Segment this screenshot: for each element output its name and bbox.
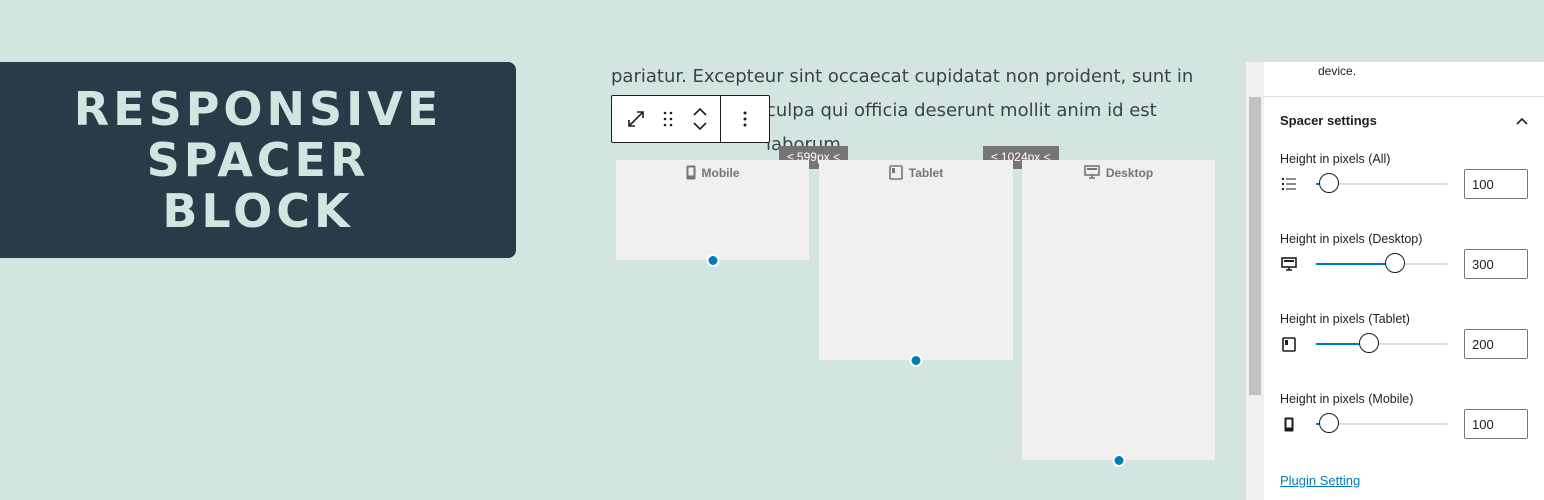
control-label: Height in pixels (Tablet) [1280, 312, 1410, 326]
slider-thumb[interactable] [1385, 253, 1406, 273]
control-height-desktop: Height in pixels (Desktop) [1280, 232, 1528, 292]
height-desktop-input[interactable] [1464, 249, 1528, 279]
chevron-up-icon[interactable] [1516, 117, 1528, 125]
height-tablet-slider[interactable] [1316, 333, 1448, 353]
height-desktop-slider[interactable] [1316, 253, 1448, 273]
mobile-spacer-zone: Mobile [616, 160, 809, 267]
control-height-mobile: Height in pixels (Mobile) [1280, 392, 1528, 452]
sidebar-note: device. [1318, 64, 1357, 78]
editor-scrollbar[interactable] [1245, 62, 1264, 500]
control-height-all: Height in pixels (All) [1280, 152, 1528, 212]
control-label: Height in pixels (Desktop) [1280, 232, 1423, 246]
more-options-icon[interactable] [733, 104, 757, 134]
expand-icon[interactable] [624, 104, 648, 134]
title-banner: RESPONSIVE SPACER BLOCK [0, 62, 516, 258]
height-mobile-input[interactable] [1464, 409, 1528, 439]
control-label: Height in pixels (Mobile) [1280, 392, 1414, 406]
control-height-tablet: Height in pixels (Tablet) [1280, 312, 1528, 372]
tablet-resize-handle[interactable] [909, 354, 923, 367]
panel-title: Spacer settings [1280, 113, 1377, 128]
drag-handle-icon[interactable] [656, 104, 680, 134]
mobile-icon [1280, 416, 1298, 432]
slider-thumb[interactable] [1319, 413, 1340, 433]
plugin-setting-link[interactable]: Plugin Setting [1280, 473, 1360, 488]
zone-label-desktop: Desktop [1022, 165, 1215, 180]
tablet-spacer-zone: Tablet [819, 160, 1013, 367]
slider-thumb[interactable] [1319, 173, 1340, 193]
sidebar-divider [1264, 96, 1544, 97]
height-tablet-input[interactable] [1464, 329, 1528, 359]
scrollbar-thumb[interactable] [1249, 97, 1261, 395]
zone-label-tablet: Tablet [819, 165, 1013, 180]
slider-thumb[interactable] [1358, 333, 1379, 353]
height-mobile-slider[interactable] [1316, 413, 1448, 433]
desktop-icon [1280, 256, 1298, 272]
move-buttons [688, 104, 712, 134]
block-toolbar [611, 95, 770, 143]
mobile-icon [686, 165, 695, 180]
control-label: Height in pixels (All) [1280, 152, 1391, 166]
zone-label-mobile: Mobile [616, 165, 809, 180]
desktop-resize-handle[interactable] [1112, 454, 1125, 467]
desktop-spacer-zone: Desktop [1022, 160, 1215, 467]
move-up-icon[interactable] [693, 108, 707, 116]
desktop-icon [1084, 165, 1100, 179]
list-icon [1280, 176, 1298, 192]
tablet-icon [1280, 336, 1298, 352]
settings-sidebar: device. Spacer settings Height in pixels… [1264, 62, 1544, 500]
height-all-slider[interactable] [1316, 173, 1448, 193]
height-all-input[interactable] [1464, 169, 1528, 199]
mobile-resize-handle[interactable] [706, 254, 719, 267]
spacer-settings-header[interactable]: Spacer settings [1280, 113, 1528, 128]
move-down-icon[interactable] [693, 122, 707, 130]
tablet-icon [888, 165, 903, 180]
banner-title: RESPONSIVE SPACER BLOCK [73, 81, 443, 238]
